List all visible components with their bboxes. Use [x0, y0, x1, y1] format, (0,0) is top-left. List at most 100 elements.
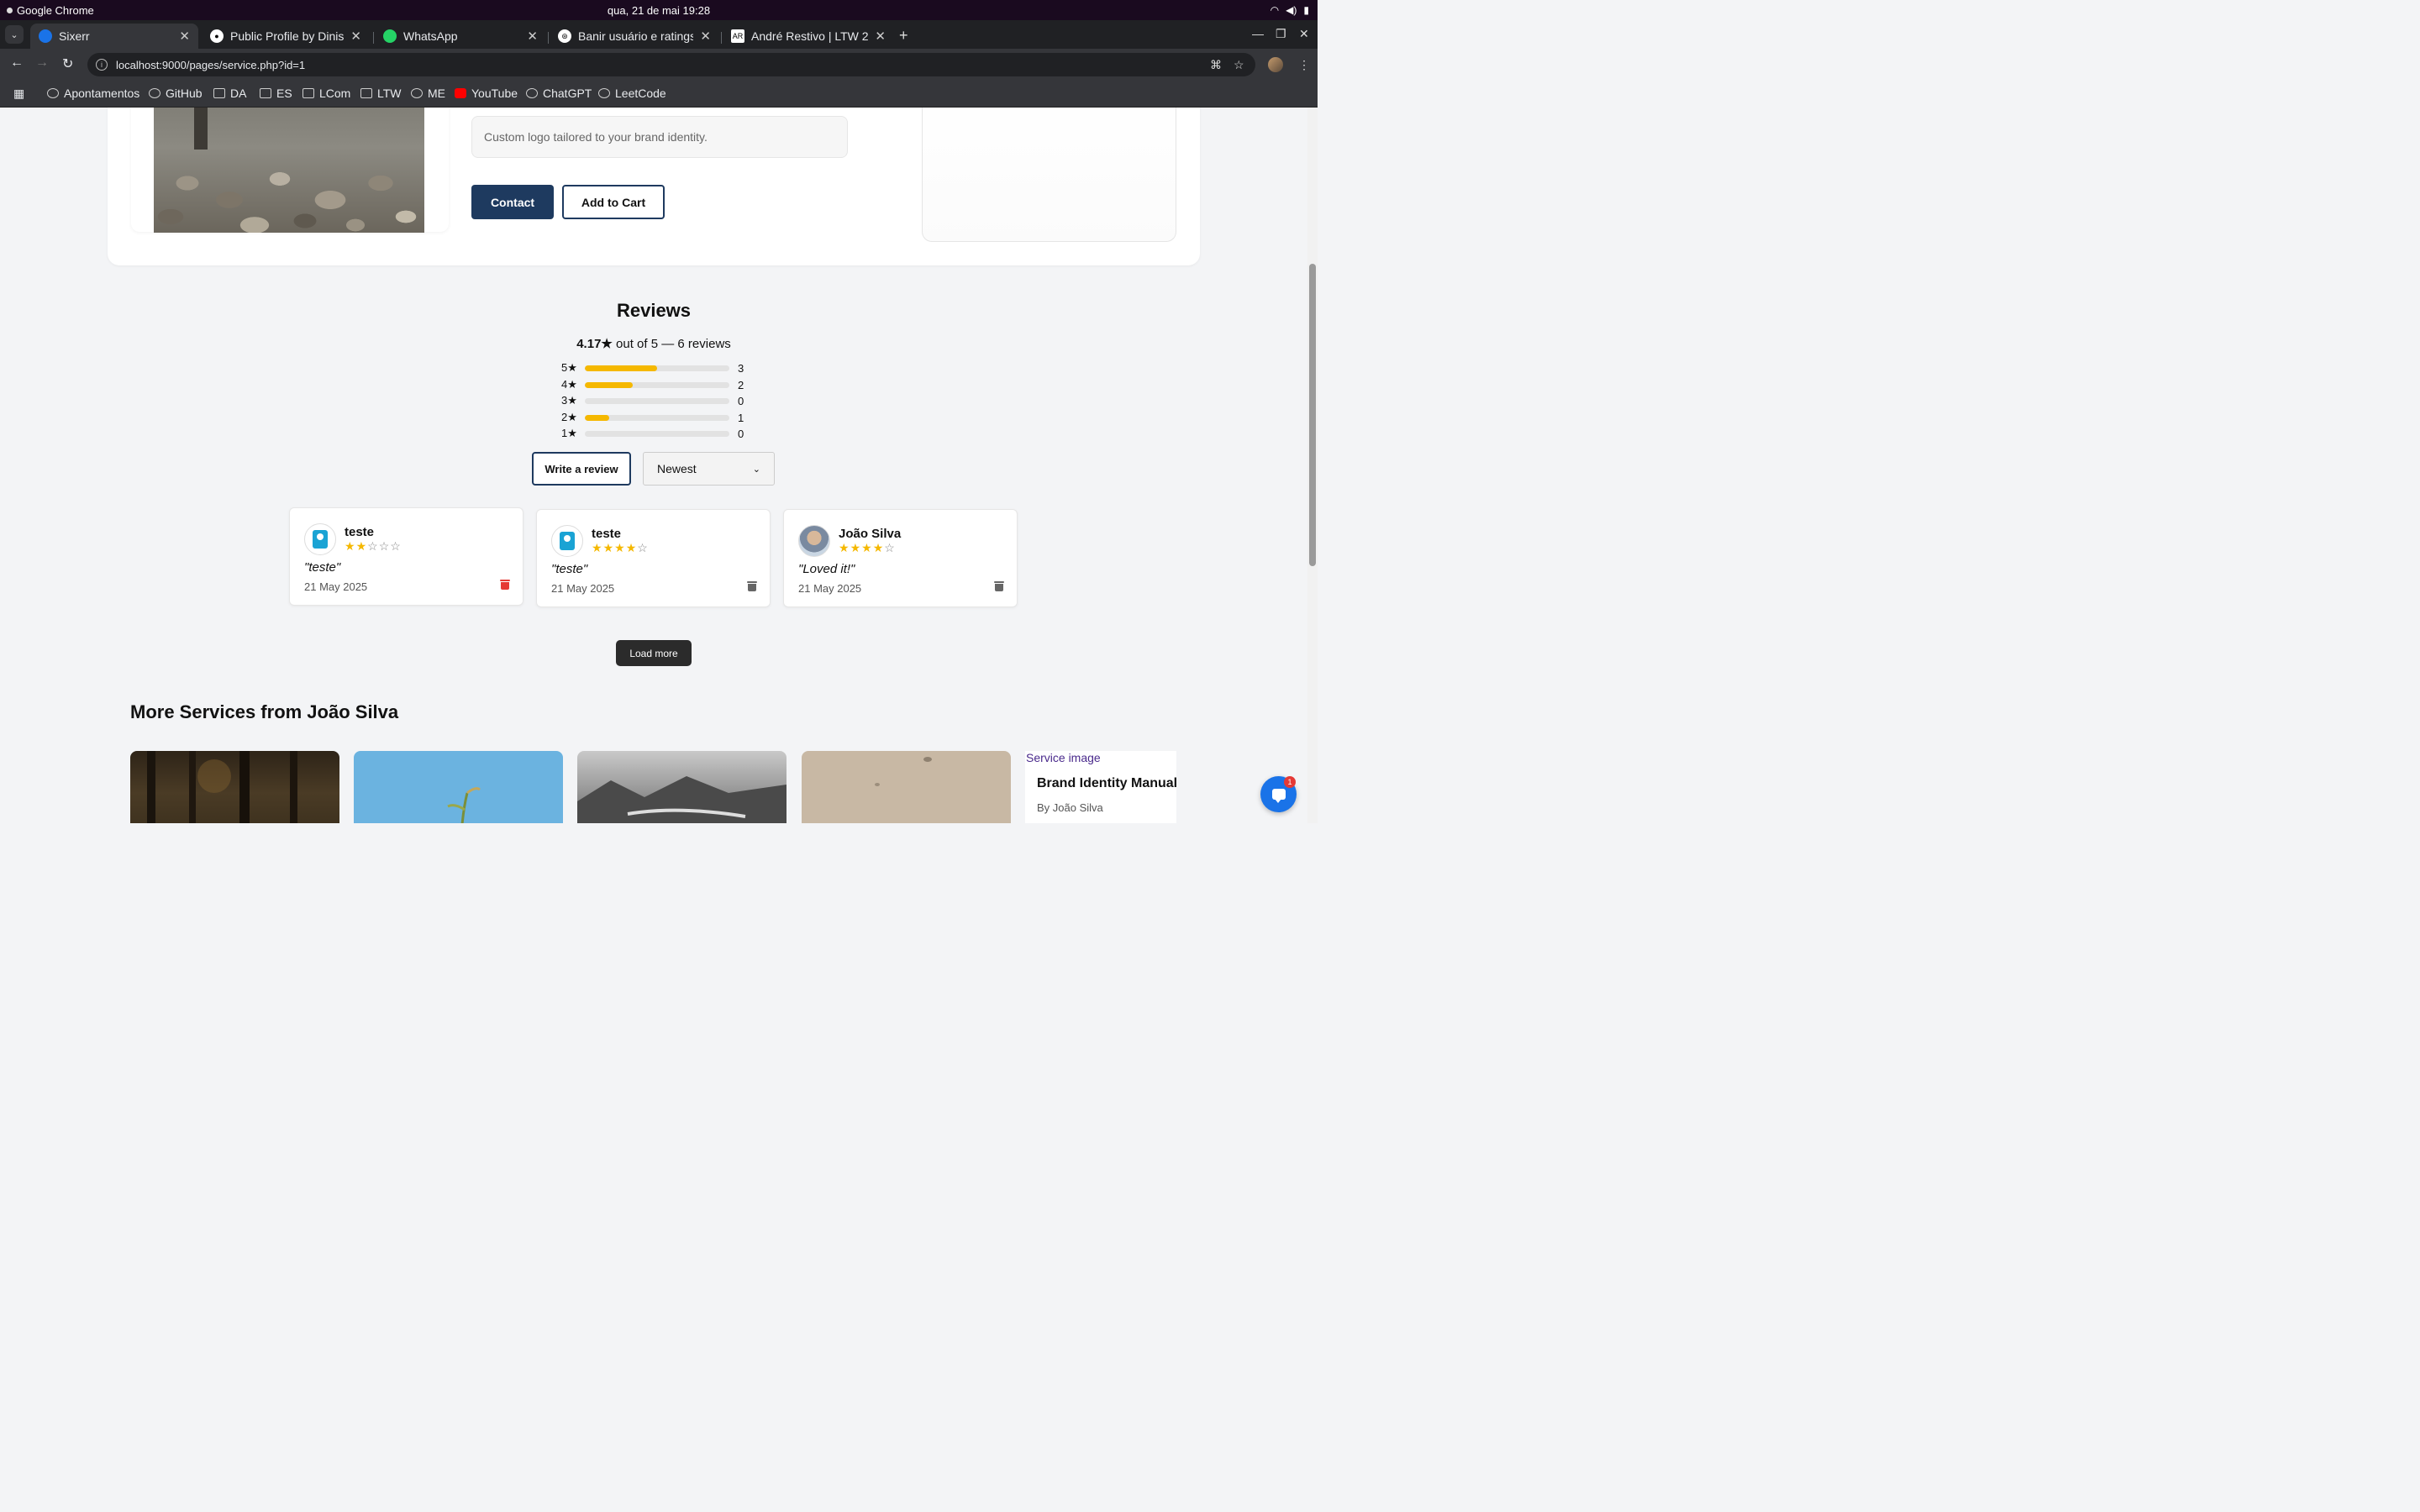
- page-scrollbar[interactable]: [1307, 108, 1318, 823]
- service-card-broken-image[interactable]: Service image Brand Identity Manual1 By …: [1025, 751, 1176, 823]
- close-tab-icon[interactable]: ✕: [350, 29, 361, 44]
- ar-logo-icon: AR: [731, 29, 744, 43]
- service-author: By João Silva: [1037, 801, 1103, 814]
- bookmark-me[interactable]: ME: [411, 87, 445, 100]
- reload-icon[interactable]: ↻: [62, 55, 73, 72]
- service-thumbnail[interactable]: [802, 751, 1011, 823]
- bookmark-label: GitHub: [166, 87, 203, 100]
- tab-search-button[interactable]: ⌄: [5, 25, 24, 44]
- bookmark-github[interactable]: GitHub: [149, 87, 203, 100]
- github-icon: [149, 88, 160, 98]
- bookmark-label: Apontamentos: [64, 87, 140, 100]
- profile-avatar[interactable]: [1268, 57, 1283, 72]
- more-services-heading: More Services from João Silva: [130, 701, 399, 722]
- tab-github-profile[interactable]: ● Public Profile by DinisBS ✕: [202, 24, 370, 49]
- user-avatar: [304, 523, 336, 555]
- delete-review-icon[interactable]: [994, 581, 1004, 591]
- add-to-cart-button[interactable]: Add to Cart: [562, 185, 665, 219]
- review-card: teste ★★☆☆☆ "teste" 21 May 2025: [289, 507, 523, 606]
- star-filled-icon: ★: [614, 541, 626, 554]
- me-icon: [411, 88, 423, 98]
- close-window-icon[interactable]: ✕: [1299, 27, 1309, 41]
- close-tab-icon[interactable]: ✕: [700, 29, 711, 44]
- bookmark-star-icon[interactable]: ☆: [1234, 58, 1244, 72]
- tab-title: Public Profile by DinisBS: [230, 29, 345, 43]
- site-info-icon[interactable]: i: [96, 59, 108, 71]
- new-tab-icon[interactable]: +: [899, 27, 908, 45]
- system-tray[interactable]: ◠ ◀) ▮: [1270, 4, 1309, 16]
- chatgpt-icon: ⊛: [558, 29, 571, 43]
- trash-body: [501, 582, 509, 590]
- bookmark-ltw[interactable]: LTW: [360, 87, 402, 100]
- service-thumbnail[interactable]: [577, 751, 786, 823]
- rating-row-count: 2: [738, 378, 744, 391]
- write-review-button[interactable]: Write a review: [532, 452, 631, 486]
- delete-review-icon[interactable]: [747, 581, 757, 591]
- delete-review-icon[interactable]: [500, 580, 510, 590]
- trash-body: [995, 584, 1003, 591]
- rating-row-label: 4★: [561, 378, 577, 391]
- maximize-icon[interactable]: ❐: [1276, 27, 1286, 41]
- bookmark-youtube[interactable]: YouTube: [455, 87, 518, 100]
- rating-row-label: 2★: [561, 411, 577, 423]
- tab-andre-restivo[interactable]: AR André Restivo | LTW 202 ✕: [723, 24, 894, 49]
- close-tab-icon[interactable]: ✕: [179, 29, 190, 44]
- tab-banir-usuario[interactable]: ⊛ Banir usuário e ratings ✕: [550, 24, 719, 49]
- tab-strip: ⌄ Sixerr ✕ ● Public Profile by DinisBS ✕…: [0, 20, 1318, 49]
- review-author: teste: [345, 525, 375, 539]
- back-icon[interactable]: ←: [10, 55, 24, 71]
- service-thumbnail[interactable]: [354, 751, 563, 823]
- tab-whatsapp[interactable]: WhatsApp ✕: [375, 24, 546, 49]
- bookmark-es[interactable]: ES: [260, 87, 292, 100]
- review-author: João Silva: [839, 527, 902, 541]
- apps-grid-icon[interactable]: ▦: [13, 87, 24, 101]
- service-title: Brand Identity Manual1: [1037, 776, 1176, 790]
- clock[interactable]: qua, 21 de mai 19:28: [0, 4, 1318, 17]
- scrollbar-thumb[interactable]: [1309, 264, 1316, 566]
- rating-row-label: 5★: [561, 361, 577, 374]
- bookmark-da[interactable]: DA: [213, 87, 246, 100]
- service-thumbnail[interactable]: [130, 751, 339, 823]
- menu-kebab-icon[interactable]: ⋮: [1298, 58, 1310, 72]
- tab-separator: [548, 32, 549, 44]
- service-image: [154, 108, 424, 233]
- contact-button[interactable]: Contact: [471, 185, 554, 219]
- bookmark-label: ES: [276, 87, 292, 100]
- bookmark-apontamentos[interactable]: Apontamentos: [47, 87, 139, 100]
- star-filled-icon: ★: [861, 541, 873, 554]
- folder-icon: [213, 88, 225, 98]
- rating-row-count: 0: [738, 394, 744, 407]
- bookmarks-bar: ▦ Apontamentos GitHub DA ES LCom LTW ME …: [0, 81, 1318, 108]
- tab-sixerr[interactable]: Sixerr ✕: [30, 24, 198, 49]
- address-bar[interactable]: i localhost:9000/pages/service.php?id=1: [87, 53, 1255, 76]
- translate-icon[interactable]: ⌘: [1210, 58, 1222, 72]
- rating-row-count: 3: [738, 361, 744, 375]
- rating-bar-track: [585, 381, 729, 388]
- leetcode-icon: [598, 88, 610, 98]
- load-more-button[interactable]: Load more: [616, 640, 692, 666]
- user-avatar: [798, 525, 830, 557]
- rating-bar-track: [585, 414, 729, 421]
- star-filled-icon: ★: [872, 541, 885, 554]
- star-empty-icon: ☆: [378, 539, 391, 553]
- star-empty-icon: ☆: [367, 539, 379, 553]
- forward-icon[interactable]: →: [35, 55, 49, 71]
- review-stars: ★★☆☆☆: [345, 539, 402, 554]
- whatsapp-icon: [383, 29, 397, 43]
- bookmark-label: LeetCode: [615, 87, 666, 100]
- minimize-icon[interactable]: —: [1252, 27, 1264, 40]
- broken-image-alt: Service image: [1026, 751, 1101, 764]
- folder-icon: [260, 88, 271, 98]
- bookmark-lcom[interactable]: LCom: [302, 87, 350, 100]
- close-tab-icon[interactable]: ✕: [875, 29, 886, 44]
- rating-bar-track: [585, 430, 729, 437]
- star-filled-icon: ★: [625, 541, 638, 554]
- bookmark-chatgpt[interactable]: ChatGPT: [526, 87, 592, 100]
- rating-row-label: 3★: [561, 394, 577, 407]
- bookmark-leetcode[interactable]: LeetCode: [598, 87, 666, 100]
- chat-notification-badge: 1: [1284, 776, 1296, 788]
- review-text: "teste": [304, 560, 341, 575]
- wifi-icon: ◠: [1270, 4, 1280, 16]
- close-tab-icon[interactable]: ✕: [527, 29, 538, 44]
- review-sort-select[interactable]: Newest ⌄: [643, 452, 775, 486]
